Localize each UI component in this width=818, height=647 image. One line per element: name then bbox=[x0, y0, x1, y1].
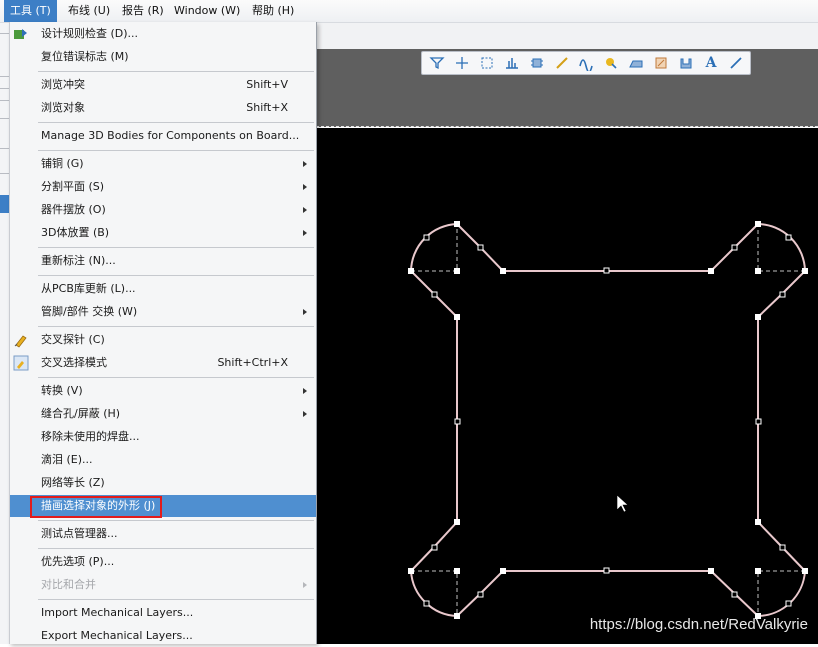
menu-item-component-placement[interactable]: 器件摆放 (O) bbox=[10, 199, 316, 221]
menu-item-reset-error-markers[interactable]: 复位错误标志 (M) bbox=[10, 46, 316, 68]
board-outline bbox=[408, 221, 808, 619]
menu-item-cross-select-mode[interactable]: 交叉选择模式 Shift+Ctrl+X bbox=[10, 352, 316, 374]
component-icon[interactable] bbox=[526, 53, 548, 73]
menu-item-shortcut: Shift+X bbox=[246, 101, 288, 114]
align-icon[interactable] bbox=[501, 53, 523, 73]
interactive-route-icon[interactable] bbox=[576, 53, 598, 73]
menu-item-reannotate[interactable]: 重新标注 (N)... bbox=[10, 250, 316, 272]
menu-item-label: 缝合孔/屏蔽 (H) bbox=[41, 407, 121, 420]
menu-item-label: 测试点管理器... bbox=[41, 527, 118, 540]
menu-separator bbox=[38, 150, 314, 151]
menu-item-label: Import Mechanical Layers... bbox=[41, 606, 194, 619]
menu-reports[interactable]: 报告 (R) bbox=[116, 0, 170, 22]
menu-help[interactable]: 帮助 (H) bbox=[246, 0, 300, 22]
menu-item-label: 重新标注 (N)... bbox=[41, 254, 116, 267]
annotation-red-box bbox=[30, 496, 162, 518]
watermark: https://blog.csdn.net/RedValkyrie bbox=[589, 616, 808, 633]
menu-item-convert[interactable]: 转换 (V) bbox=[10, 380, 316, 402]
menu-item-pin-part-swapping[interactable]: 管脚/部件 交换 (W) bbox=[10, 301, 316, 323]
menu-item-label: 网络等长 (Z) bbox=[41, 476, 105, 489]
pcb-canvas[interactable] bbox=[316, 128, 818, 644]
menu-item-label: 对比和合并 bbox=[41, 578, 96, 591]
menu-item-label: 3D体放置 (B) bbox=[41, 226, 110, 239]
menu-item-label: 交叉选择模式 bbox=[41, 356, 107, 369]
menu-item-label: 优先选项 (P)... bbox=[41, 555, 115, 568]
submenu-arrow-icon bbox=[303, 388, 307, 394]
drc-icon bbox=[14, 29, 27, 39]
menu-item-label: 浏览对象 bbox=[41, 101, 85, 114]
menu-item-browse-objects[interactable]: 浏览对象 Shift+X bbox=[10, 97, 316, 119]
cross-select-icon bbox=[13, 355, 29, 371]
submenu-arrow-icon bbox=[303, 161, 307, 167]
menu-item-label: 管脚/部件 交换 (W) bbox=[41, 305, 138, 318]
menu-item-3d-body-placement[interactable]: 3D体放置 (B) bbox=[10, 222, 316, 244]
submenu-arrow-icon bbox=[303, 309, 307, 315]
menu-item-update-from-pcb-library[interactable]: 从PCB库更新 (L)... bbox=[10, 278, 316, 300]
menu-item-label: 铺铜 (G) bbox=[41, 157, 84, 170]
menu-item-label: 从PCB库更新 (L)... bbox=[41, 282, 136, 295]
pcb-toolbar: A bbox=[421, 51, 751, 75]
keepout-icon[interactable] bbox=[675, 53, 697, 73]
menu-item-label: 交叉探针 (C) bbox=[41, 333, 105, 346]
select-rect-icon[interactable] bbox=[476, 53, 498, 73]
tools-dropdown-menu: 设计规则检查 (D)... 复位错误标志 (M) 浏览冲突 Shift+V 浏览… bbox=[9, 22, 317, 644]
menu-separator bbox=[38, 122, 314, 123]
pad-icon[interactable] bbox=[600, 53, 622, 73]
sheet-boundary-line bbox=[316, 126, 818, 127]
menu-item-label: 移除未使用的焊盘... bbox=[41, 430, 140, 443]
toolbar-area bbox=[316, 23, 818, 50]
text-icon[interactable]: A bbox=[700, 53, 722, 73]
menu-item-split-planes[interactable]: 分割平面 (S) bbox=[10, 176, 316, 198]
crosshair-icon[interactable] bbox=[451, 53, 473, 73]
submenu-arrow-icon bbox=[303, 207, 307, 213]
menu-tools[interactable]: 工具 (T) bbox=[4, 0, 57, 22]
menu-separator bbox=[38, 275, 314, 276]
menu-item-preferences[interactable]: 优先选项 (P)... bbox=[10, 551, 316, 573]
menu-item-polygon-pour[interactable]: 铺铜 (G) bbox=[10, 153, 316, 175]
menu-separator bbox=[38, 326, 314, 327]
menu-item-length-tuning[interactable]: 网络等长 (Z) bbox=[10, 472, 316, 494]
menu-separator bbox=[38, 377, 314, 378]
menu-item-via-stitching[interactable]: 缝合孔/屏蔽 (H) bbox=[10, 403, 316, 425]
menu-item-label: 分割平面 (S) bbox=[41, 180, 105, 193]
menu-item-label: 复位错误标志 (M) bbox=[41, 50, 129, 63]
menu-separator bbox=[38, 247, 314, 248]
menu-item-label: 浏览冲突 bbox=[41, 78, 85, 91]
menu-window[interactable]: Window (W) bbox=[168, 0, 246, 22]
cross-probe-icon bbox=[14, 335, 27, 348]
route-icon[interactable] bbox=[551, 53, 573, 73]
menu-route[interactable]: 布线 (U) bbox=[62, 0, 116, 22]
submenu-arrow-icon bbox=[303, 411, 307, 417]
menu-item-shortcut: Shift+Ctrl+X bbox=[217, 356, 288, 369]
menu-item-import-mechanical-layers[interactable]: Import Mechanical Layers... bbox=[10, 602, 316, 624]
menu-item-shortcut: Shift+V bbox=[246, 78, 288, 91]
menu-item-manage-3d-bodies[interactable]: Manage 3D Bodies for Components on Board… bbox=[10, 125, 316, 147]
menu-item-teardrops[interactable]: 滴泪 (E)... bbox=[10, 449, 316, 471]
menu-item-cross-probe[interactable]: 交叉探针 (C) bbox=[10, 329, 316, 351]
menu-item-label: 设计规则检查 (D)... bbox=[41, 27, 139, 40]
region-icon[interactable] bbox=[650, 53, 672, 73]
menu-item-label: 器件摆放 (O) bbox=[41, 203, 106, 216]
menu-item-browse-violations[interactable]: 浏览冲突 Shift+V bbox=[10, 74, 316, 96]
menu-separator bbox=[38, 520, 314, 521]
submenu-arrow-icon bbox=[303, 582, 307, 588]
menu-item-drc[interactable]: 设计规则检查 (D)... bbox=[10, 23, 316, 45]
menu-item-label: 滴泪 (E)... bbox=[41, 453, 93, 466]
menu-item-label: Manage 3D Bodies for Components on Board… bbox=[41, 129, 300, 142]
submenu-arrow-icon bbox=[303, 230, 307, 236]
line-icon[interactable] bbox=[725, 53, 747, 73]
menu-item-compare-merge: 对比和合并 bbox=[10, 574, 316, 596]
menu-separator bbox=[38, 599, 314, 600]
submenu-arrow-icon bbox=[303, 184, 307, 190]
menu-bar: 工具 (T) 布线 (U) 报告 (R) Window (W) 帮助 (H) bbox=[0, 0, 818, 23]
menu-separator bbox=[38, 548, 314, 549]
filter-icon[interactable] bbox=[426, 53, 448, 73]
mouse-cursor-icon bbox=[616, 494, 629, 513]
menu-item-label: 转换 (V) bbox=[41, 384, 83, 397]
menu-item-testpoint-manager[interactable]: 测试点管理器... bbox=[10, 523, 316, 545]
menu-separator bbox=[38, 71, 314, 72]
polygon-icon[interactable] bbox=[625, 53, 647, 73]
menu-item-remove-unused-pads[interactable]: 移除未使用的焊盘... bbox=[10, 426, 316, 448]
